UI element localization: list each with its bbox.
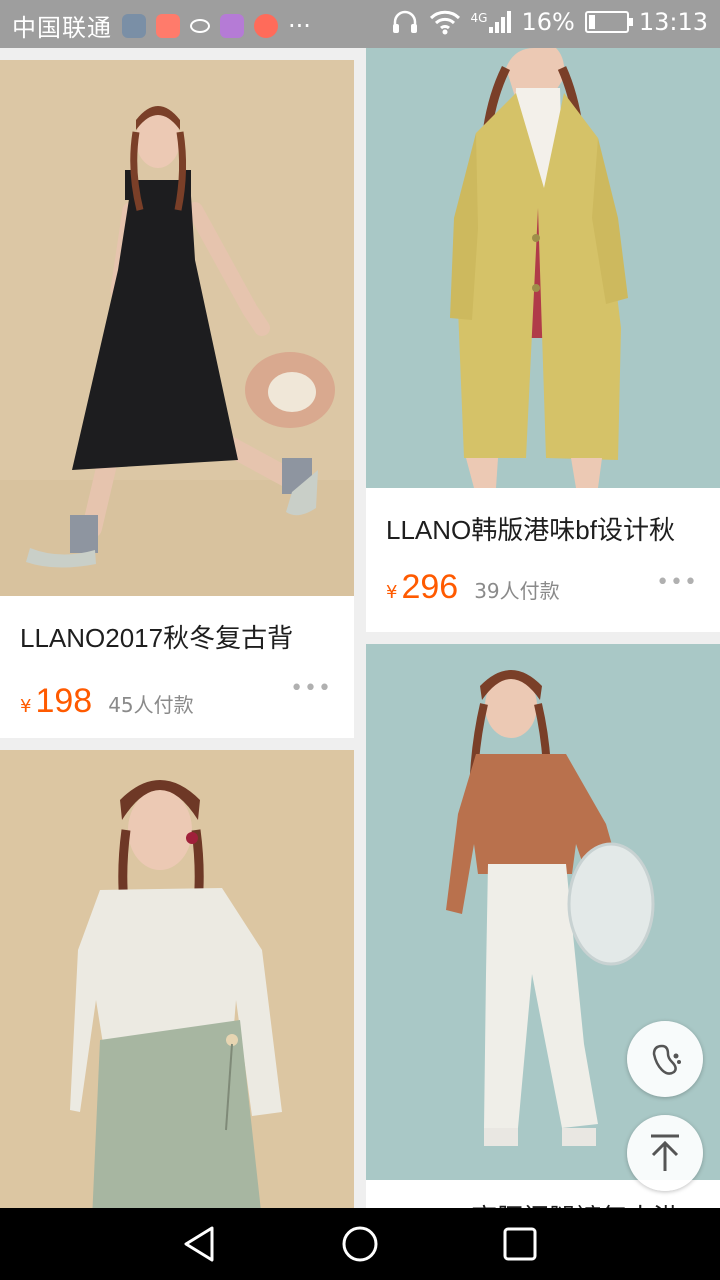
notification-app-icon [122, 13, 146, 38]
product-title[interactable]: LLANO高腰阔腿裤复古港 [386, 1198, 679, 1208]
notification-music-icon [254, 13, 278, 38]
navigation-bar [0, 1208, 720, 1280]
product-card[interactable] [0, 750, 354, 1208]
more-notifications-icon: ··· [288, 11, 311, 40]
product-card[interactable]: LLANO2017秋冬复古背 ¥ 198 45人付款 ••• [0, 60, 354, 738]
product-title[interactable]: LLANO韩版港味bf设计秋 [386, 510, 675, 547]
currency-symbol: ¥ [386, 582, 398, 603]
product-image[interactable] [0, 750, 354, 1208]
circle-home-icon[interactable] [340, 1224, 380, 1264]
network-type: 4G [470, 11, 488, 25]
battery-percent: 16% [521, 8, 575, 36]
more-options-icon[interactable]: ••• [290, 676, 332, 701]
signal-strength-icon [489, 11, 512, 33]
product-title[interactable]: LLANO2017秋冬复古背 [20, 618, 293, 655]
status-bar: 中国联通 ··· 4G 16% 13:13 [0, 0, 720, 48]
back-to-top-button[interactable] [627, 1115, 703, 1191]
notification-mail-icon [156, 13, 180, 38]
price-row: ¥ 198 45人付款 [20, 682, 194, 721]
product-price: 198 [35, 682, 93, 720]
carrier-name: 中国联通 [12, 14, 112, 42]
sales-count: 39人付款 [474, 579, 560, 603]
browsing-history-button[interactable] [627, 1021, 703, 1097]
currency-symbol: ¥ [20, 696, 32, 717]
arrow-up-to-top-icon [651, 1134, 679, 1171]
sales-count: 45人付款 [108, 693, 194, 717]
product-image[interactable] [366, 644, 720, 1180]
price-row: ¥ 296 39人付款 [386, 568, 560, 607]
notification-eye-icon [190, 18, 210, 33]
more-options-icon[interactable]: ••• [656, 570, 698, 595]
square-recent-icon[interactable] [500, 1224, 540, 1264]
product-image[interactable] [0, 60, 354, 596]
product-price: 296 [401, 568, 459, 606]
product-card[interactable]: LLANO韩版港味bf设计秋 ¥ 296 39人付款 ••• [366, 48, 720, 632]
product-feed[interactable]: LLANO2017秋冬复古背 ¥ 198 45人付款 ••• LLANO韩版港味… [0, 48, 720, 1208]
battery-icon [584, 11, 633, 33]
headphones-icon [392, 10, 417, 33]
footprint-icon [652, 1044, 681, 1075]
clock: 13:13 [638, 8, 708, 36]
wifi-icon [429, 10, 460, 35]
triangle-back-icon[interactable] [180, 1224, 220, 1264]
notification-gallery-icon [220, 13, 244, 38]
product-image[interactable] [366, 48, 720, 488]
